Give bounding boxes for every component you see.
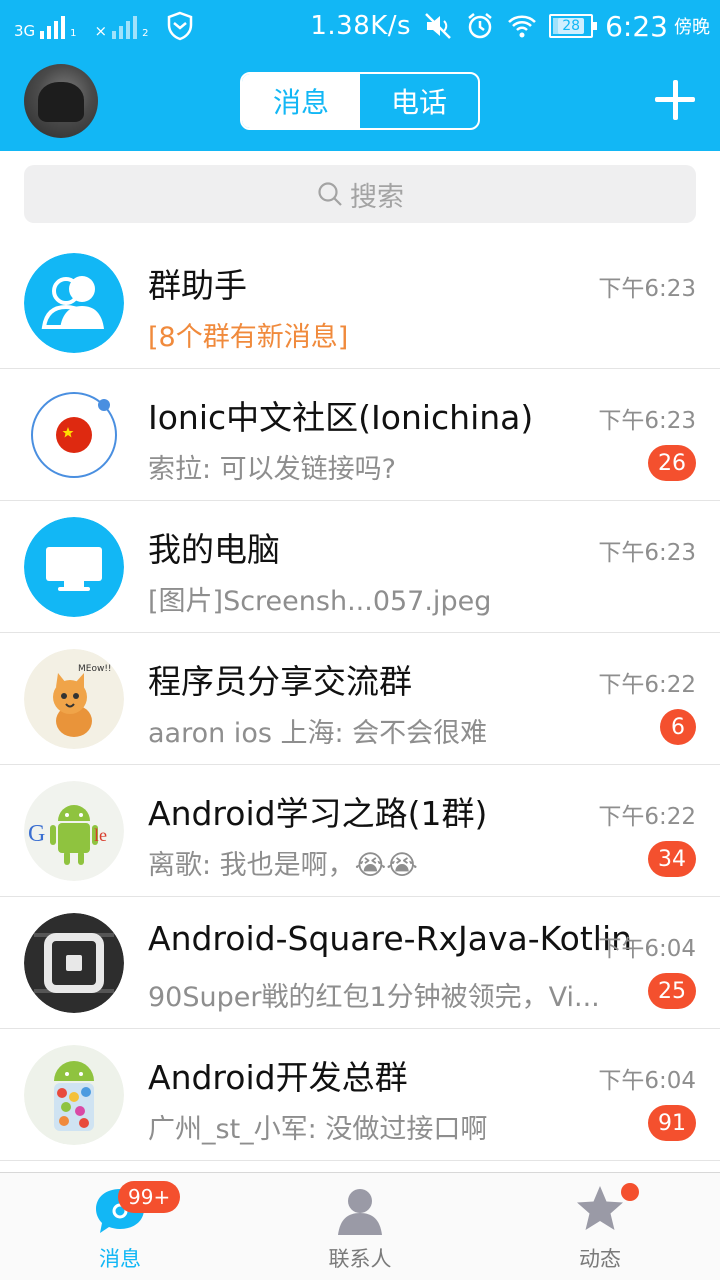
list-item[interactable]: 我的电脑 [图片]Screensh...057.jpeg 下午6:23 [0, 501, 720, 633]
tab-messages[interactable]: 消息 [242, 74, 360, 128]
tab-label: 联系人 [328, 1247, 392, 1271]
conversation-preview: 广州_st_小军: 没做过接口啊 [148, 1114, 488, 1145]
conversation-title: Android开发总群 [148, 1058, 408, 1097]
search-icon [318, 182, 342, 206]
unread-badge: 25 [648, 973, 696, 1009]
alarm-icon [468, 13, 492, 39]
status-right: 1.38K/s 28 6:23 傍晚 [310, 6, 710, 46]
conversation-preview: 索拉: 可以发链接吗? [148, 454, 397, 485]
unread-badge: 91 [648, 1105, 696, 1141]
clock: 6:23 [605, 9, 668, 43]
mute-icon [425, 13, 451, 39]
android-google-avatar: G le [24, 781, 124, 881]
network-speed: 1.38K/s [310, 11, 412, 41]
tab-bar-contacts[interactable]: 联系人 [240, 1173, 480, 1280]
list-item[interactable]: G le Android学习之路(1群) 离歌: 我也是啊，😭😭 下午6:22 … [0, 765, 720, 897]
android-jellybean-avatar [24, 1045, 124, 1145]
conversation-title: 我的电脑 [148, 530, 280, 569]
search-placeholder: 搜索 [350, 181, 404, 213]
conversation-time: 下午6:22 [598, 672, 696, 698]
tab-bar-messages[interactable]: 99+ 消息 [0, 1173, 240, 1280]
contacts-icon [338, 1189, 382, 1235]
conversation-title: Android学习之路(1群) [148, 794, 488, 833]
list-item[interactable]: Ionic中文社区(Ionichina) 索拉: 可以发链接吗? 下午6:23 … [0, 369, 720, 501]
battery-icon: 28 [549, 14, 598, 38]
conversation-time: 下午6:23 [598, 276, 696, 302]
list-item[interactable]: 群助手 [8个群有新消息] 下午6:23 [0, 237, 720, 369]
plus-icon[interactable] [652, 78, 698, 124]
signal-sim2-icon: × 2 [95, 13, 149, 39]
svg-text:MEow!!: MEow!! [78, 664, 112, 674]
user-avatar[interactable] [24, 64, 98, 138]
conversation-time: 下午6:23 [598, 540, 696, 566]
search-input[interactable]: 搜索 [24, 165, 696, 223]
battery-level: 28 [558, 18, 585, 34]
unread-badge: 34 [648, 841, 696, 877]
search-area: 搜索 [0, 151, 720, 237]
conversation-time: 下午6:22 [598, 804, 696, 830]
conversation-preview: [图片]Screensh...057.jpeg [148, 586, 492, 617]
conversation-preview: [8个群有新消息] [148, 322, 349, 353]
svg-text:le: le [94, 825, 107, 845]
svg-text:G: G [28, 821, 45, 847]
no-signal-label: × [94, 22, 108, 40]
square-logo-avatar [24, 913, 124, 1013]
star-icon [577, 1186, 623, 1230]
unread-badge: 6 [660, 709, 696, 745]
tab-bar-feed[interactable]: 动态 [480, 1173, 720, 1280]
network-type-label: 3G [14, 22, 36, 40]
unread-badge: 26 [648, 445, 696, 481]
group-assistant-icon [24, 253, 124, 353]
wifi-icon [508, 15, 536, 38]
tab-label: 消息 [99, 1247, 141, 1271]
shield-icon [167, 11, 192, 41]
conversation-preview: 离歌: 我也是啊，😭😭 [148, 850, 418, 881]
conversation-time: 下午6:04 [598, 936, 696, 962]
bottom-tab-bar: 99+ 消息 联系人 动态 [0, 1172, 720, 1280]
signal-sim1-icon: 3G 1 [14, 13, 77, 39]
computer-icon [24, 517, 124, 617]
conversation-time: 下午6:23 [598, 408, 696, 434]
signal-area: 3G 1 × 2 [14, 8, 193, 44]
header-tab-switch: 消息 电话 [240, 72, 480, 130]
app-header: 消息 电话 [0, 52, 720, 151]
status-bar: 3G 1 × 2 1.38K/s 28 6:23 傍晚 [0, 0, 720, 52]
tab-calls[interactable]: 电话 [360, 74, 478, 128]
new-activity-dot [621, 1183, 639, 1201]
list-item[interactable]: MEow!! 程序员分享交流群 aaron ios 上海: 会不会很难 下午6:… [0, 633, 720, 765]
conversation-title: Ionic中文社区(Ionichina) [148, 398, 534, 437]
list-item[interactable]: Android开发总群 广州_st_小军: 没做过接口啊 下午6:04 91 [0, 1029, 720, 1161]
conversation-preview: aaron ios 上海: 会不会很难 [148, 718, 488, 749]
tab-label: 动态 [579, 1247, 621, 1271]
conversation-title: 程序员分享交流群 [148, 662, 412, 701]
conversation-preview: 90Super戦的红包1分钟被领完，Vi... [148, 982, 600, 1013]
clock-period: 傍晚 [674, 17, 710, 38]
conversation-title: Android-Square-RxJava-Kotlin [148, 919, 633, 958]
cat-avatar: MEow!! [24, 649, 124, 749]
sim1-label: 1 [70, 28, 77, 39]
sim2-label: 2 [142, 28, 149, 39]
conversation-title: 群助手 [148, 266, 247, 305]
list-item[interactable]: Android-Square-RxJava-Kotlin 90Super戦的红包… [0, 897, 720, 1029]
conversation-time: 下午6:04 [598, 1068, 696, 1094]
ionic-logo [24, 385, 124, 485]
messages-unread-badge: 99+ [118, 1181, 181, 1213]
